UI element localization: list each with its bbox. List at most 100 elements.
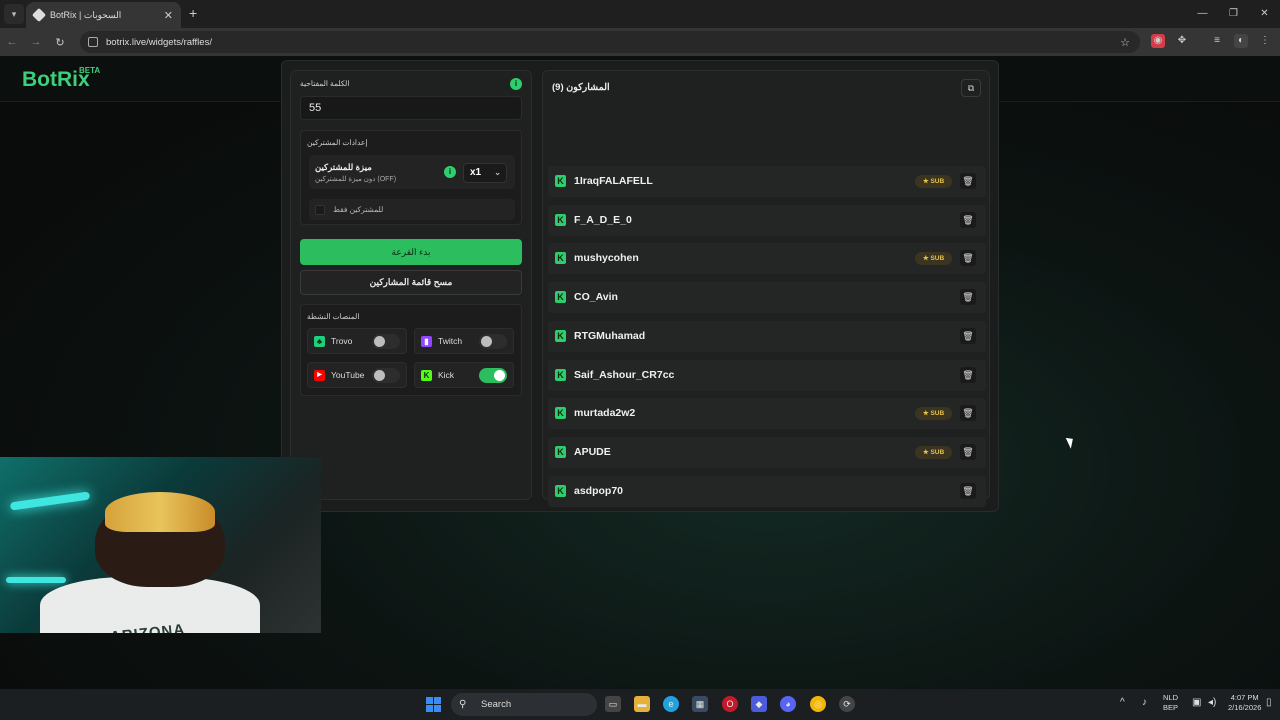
- webcam-overlay: ARIZONA: [0, 457, 321, 633]
- kick-icon: K: [555, 445, 566, 458]
- platform-kick: K Kick: [414, 362, 514, 388]
- menu-dots-icon[interactable]: ⋮: [1258, 34, 1272, 48]
- participant-row: K Saif_Ashour_CR7cc 🗑: [548, 359, 986, 391]
- minimize-icon[interactable]: —: [1187, 0, 1218, 28]
- subscribers-only-checkbox[interactable]: [315, 205, 325, 215]
- taskbar-search[interactable]: ⚲ Search: [451, 693, 597, 716]
- delete-participant-trash-icon[interactable]: 🗑: [960, 443, 976, 460]
- browser-tab-strip: ▾ BotRix | السحوبات ✕ + — ❐ ✕: [0, 0, 1280, 28]
- participant-name: 1IraqFALAFELL: [574, 175, 653, 187]
- sub-feature-title: ميزة للمشتركين: [315, 162, 372, 172]
- extension-icon[interactable]: ◉: [1151, 34, 1165, 48]
- sub-badge-label: SUB: [930, 448, 945, 456]
- tray-chevron-icon[interactable]: ^: [1120, 698, 1125, 708]
- kick-icon: K: [555, 213, 566, 226]
- discord-icon[interactable]: ◕: [780, 696, 796, 712]
- twitch-icon: ▮: [421, 336, 432, 347]
- kick-icon: K: [555, 329, 566, 342]
- participant-name: APUDE: [574, 445, 611, 458]
- tab-search-icon[interactable]: ▾: [4, 4, 24, 24]
- delete-participant-trash-icon[interactable]: 🗑: [960, 289, 976, 306]
- clock-time: 4:07 PM: [1230, 693, 1259, 702]
- task-view-icon[interactable]: ▭: [605, 696, 621, 712]
- extensions-puzzle-icon[interactable]: ✥: [1175, 34, 1189, 48]
- keyboard-layout: BEP: [1163, 703, 1179, 712]
- notifications-icon[interactable]: ▯: [1266, 698, 1272, 708]
- app-icon[interactable]: ◆: [751, 696, 767, 712]
- trovo-toggle[interactable]: [372, 334, 400, 349]
- file-explorer-icon[interactable]: ▬: [634, 696, 650, 712]
- kick-icon: K: [555, 407, 566, 420]
- delete-participant-trash-icon[interactable]: 🗑: [960, 482, 976, 499]
- twitch-toggle[interactable]: [479, 334, 507, 349]
- delete-participant-trash-icon[interactable]: 🗑: [960, 405, 976, 422]
- microphone-icon[interactable]: ♪: [1142, 698, 1147, 708]
- delete-participant-trash-icon[interactable]: 🗑: [960, 211, 976, 228]
- store-icon[interactable]: ▦: [692, 696, 708, 712]
- sub-badge: ★ SUB: [915, 445, 952, 459]
- multiplier-select[interactable]: x1 ⌄: [463, 163, 507, 183]
- platform-youtube: ▶ YouTube: [307, 362, 407, 388]
- clock[interactable]: 4:07 PM 2/16/2026: [1228, 693, 1261, 713]
- platform-name: Twitch: [438, 336, 463, 346]
- participant-name: Saif_Ashour_CR7cc: [574, 368, 675, 381]
- delete-participant-trash-icon[interactable]: 🗑: [960, 173, 976, 189]
- window-controls: — ❐ ✕: [1187, 0, 1280, 28]
- profile-icon[interactable]: ◐: [1234, 34, 1248, 48]
- forward-icon[interactable]: →: [24, 36, 48, 48]
- back-icon[interactable]: ←: [0, 36, 24, 48]
- participant-row: Kasdpop70 🗑: [548, 475, 986, 507]
- sub-badge: ★ SUB: [915, 407, 952, 421]
- platform-trovo: ♣ Trovo: [307, 328, 407, 354]
- new-tab-icon[interactable]: +: [189, 5, 197, 21]
- copy-icon[interactable]: ⧉: [961, 79, 981, 97]
- keyword-info-icon[interactable]: i: [510, 78, 522, 90]
- start-raffle-button[interactable]: بدء القرعة: [300, 239, 522, 265]
- participant-row: K RTGMuhamad 🗑: [548, 320, 986, 352]
- active-platforms-title: المنصات النشطة: [307, 312, 360, 321]
- media-controls-icon[interactable]: ≡: [1210, 34, 1224, 48]
- keyword-input[interactable]: 55: [300, 96, 522, 120]
- address-bar: ← → ↻ botrix.live/widgets/raffles/ ☆ ◉ ✥…: [0, 28, 1280, 56]
- language-indicator[interactable]: NLD BEP: [1163, 693, 1178, 713]
- clear-participants-button[interactable]: مسح قائمة المشاركين: [300, 270, 522, 295]
- chrome-icon[interactable]: ◎: [810, 696, 826, 712]
- sub-badge: ★ SUB: [915, 175, 952, 188]
- restore-icon[interactable]: ❐: [1218, 0, 1249, 28]
- windows-start-icon[interactable]: [426, 697, 441, 712]
- youtube-toggle[interactable]: [372, 368, 400, 383]
- volume-icon[interactable]: ◂): [1208, 698, 1216, 708]
- sub-badge-label: SUB: [930, 255, 945, 263]
- browser-tab[interactable]: BotRix | السحوبات ✕: [26, 2, 181, 28]
- opera-icon[interactable]: O: [722, 696, 738, 712]
- bookmark-star-icon[interactable]: ☆: [1120, 36, 1130, 49]
- participant-row: K CO_Avin 🗑: [548, 282, 986, 314]
- delete-participant-trash-icon[interactable]: 🗑: [960, 366, 976, 383]
- platform-name: Trovo: [331, 336, 353, 346]
- platform-twitch: ▮ Twitch: [414, 328, 514, 354]
- delete-participant-trash-icon[interactable]: 🗑: [960, 250, 976, 267]
- language-code: NLD: [1163, 693, 1179, 702]
- participant-name: RTGMuhamad: [574, 329, 646, 342]
- kick-toggle[interactable]: [479, 368, 507, 383]
- app-icon-2[interactable]: ⟳: [839, 696, 855, 712]
- participant-name: asdpop70: [574, 484, 624, 497]
- participant-name: mushycohen: [574, 252, 639, 265]
- site-info-icon[interactable]: [88, 37, 98, 47]
- delete-participant-trash-icon[interactable]: 🗑: [960, 327, 976, 344]
- chevron-down-icon: ⌄: [494, 168, 501, 177]
- sub-feature-info-icon[interactable]: i: [444, 166, 456, 178]
- sub-feature-subtitle: دون ميزة للمشتركين (OFF): [315, 176, 397, 183]
- kick-icon: K: [555, 484, 566, 497]
- windows-taskbar: ⚲ Search ▭ ▬ e ▦ O ◆ ◕ ◎ ⟳ ^ ♪ NLD BEP ▣…: [0, 689, 1280, 720]
- network-icon[interactable]: ▣: [1192, 698, 1201, 708]
- beta-badge: BETA: [79, 66, 101, 75]
- reload-icon[interactable]: ↻: [48, 36, 72, 49]
- close-window-icon[interactable]: ✕: [1249, 0, 1280, 28]
- url-field[interactable]: botrix.live/widgets/raffles/ ☆: [80, 31, 1140, 53]
- edge-icon[interactable]: e: [663, 696, 679, 712]
- close-tab-icon[interactable]: ✕: [164, 9, 173, 22]
- person-cap: [105, 492, 215, 532]
- participant-name: F_A_D_E_0: [574, 213, 632, 226]
- participant-row: K 1IraqFALAFELL ★ SUB 🗑: [548, 166, 986, 197]
